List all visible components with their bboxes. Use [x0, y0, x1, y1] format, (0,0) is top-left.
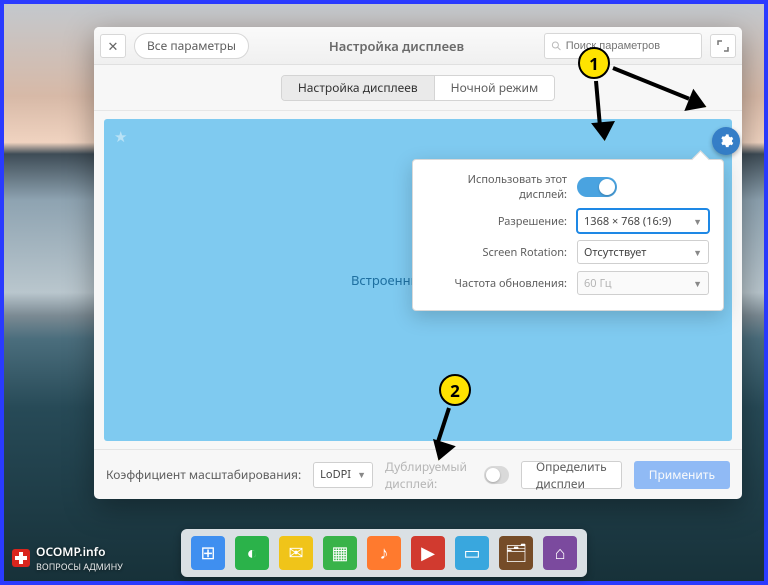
dock-browser-icon[interactable]: ◐ — [235, 536, 269, 570]
tab-night-mode[interactable]: Ночной режим — [434, 76, 555, 100]
display-canvas[interactable]: ★ Встроенный дисплей Использовать этот д… — [104, 119, 732, 441]
search-input[interactable] — [566, 40, 695, 52]
dock-music-icon[interactable]: ♪ — [367, 536, 401, 570]
mode-toolbar: Настройка дисплеев Ночной режим — [94, 65, 742, 111]
scale-label: Коэффициент масштабирования: — [106, 466, 301, 483]
use-display-label: Использовать этот дисплей: — [427, 172, 567, 202]
watermark-line1: OCOMP.info — [36, 543, 106, 560]
apply-button: Применить — [634, 461, 730, 489]
all-params-button[interactable]: Все параметры — [134, 33, 249, 59]
display-settings-gear-button[interactable] — [712, 127, 740, 155]
displays-settings-window: ✕ Все параметры Настройка дисплеев Настр… — [94, 27, 742, 499]
watermark-line2: ВОПРОСЫ АДМИНУ — [36, 560, 123, 573]
search-field[interactable] — [544, 33, 702, 59]
apply-label: Применить — [649, 466, 715, 483]
rotation-value: Отсутствует — [584, 245, 646, 260]
dock: ⊞ ◐ ✉ ▦ ♪ ▶ ▭ 🗂 ⌂ — [181, 529, 587, 577]
mirror-display-toggle[interactable] — [484, 466, 509, 484]
footer-bar: Коэффициент масштабирования: LoDPI ▼ Дуб… — [94, 449, 742, 499]
mirror-display-label: Дублируемый дисплей: — [385, 458, 478, 492]
search-icon — [551, 40, 562, 52]
refresh-select: 60 Гц ▼ — [577, 271, 709, 295]
resolution-select[interactable]: 1368 × 768 (16:9) ▼ — [577, 209, 709, 233]
chevron-down-icon: ▼ — [693, 246, 702, 259]
window-close-button[interactable]: ✕ — [100, 34, 126, 58]
titlebar: ✕ Все параметры Настройка дисплеев — [94, 27, 742, 65]
resolution-value: 1368 × 768 (16:9) — [584, 214, 671, 229]
use-display-toggle[interactable] — [577, 177, 617, 197]
tab-displays[interactable]: Настройка дисплеев — [282, 76, 434, 100]
desktop: ✕ Все параметры Настройка дисплеев Настр… — [0, 0, 768, 585]
dock-appcenter-icon[interactable]: ⌂ — [543, 536, 577, 570]
window-title: Настройка дисплеев — [257, 37, 536, 55]
rotation-select[interactable]: Отсутствует ▼ — [577, 240, 709, 264]
chevron-down-icon: ▼ — [693, 215, 702, 228]
dock-mail-icon[interactable]: ✉ — [279, 536, 313, 570]
dock-videos-icon[interactable]: ▶ — [411, 536, 445, 570]
gear-icon — [718, 133, 734, 149]
dock-files-icon[interactable]: 🗂 — [499, 536, 533, 570]
detect-displays-button[interactable]: Определить дисплеи — [521, 461, 622, 489]
scale-select[interactable]: LoDPI ▼ — [313, 462, 373, 488]
mode-segmented-control: Настройка дисплеев Ночной режим — [281, 75, 555, 101]
primary-display-star-icon: ★ — [114, 127, 127, 147]
watermark-logo-icon — [12, 549, 30, 567]
chevron-down-icon: ▼ — [693, 277, 702, 290]
dock-photos-icon[interactable]: ▭ — [455, 536, 489, 570]
tab-night-label: Ночной режим — [451, 79, 539, 96]
detect-displays-label: Определить дисплеи — [536, 458, 607, 492]
dock-calendar-icon[interactable]: ▦ — [323, 536, 357, 570]
maximize-icon — [717, 40, 729, 52]
scale-value: LoDPI — [320, 467, 351, 482]
watermark: OCOMP.info ВОПРОСЫ АДМИНУ — [12, 543, 123, 573]
resolution-label: Разрешение: — [427, 214, 567, 229]
close-icon: ✕ — [108, 37, 119, 55]
rotation-label: Screen Rotation: — [427, 245, 567, 260]
tab-displays-label: Настройка дисплеев — [298, 79, 418, 96]
dock-multitasking-icon[interactable]: ⊞ — [191, 536, 225, 570]
all-params-label: Все параметры — [147, 37, 236, 54]
window-maximize-button[interactable] — [710, 34, 736, 58]
chevron-down-icon: ▼ — [357, 468, 366, 481]
display-settings-popover: Использовать этот дисплей: Разрешение: 1… — [412, 159, 724, 311]
content-area: ★ Встроенный дисплей Использовать этот д… — [94, 111, 742, 449]
refresh-label: Частота обновления: — [427, 276, 567, 291]
refresh-value: 60 Гц — [584, 276, 611, 291]
